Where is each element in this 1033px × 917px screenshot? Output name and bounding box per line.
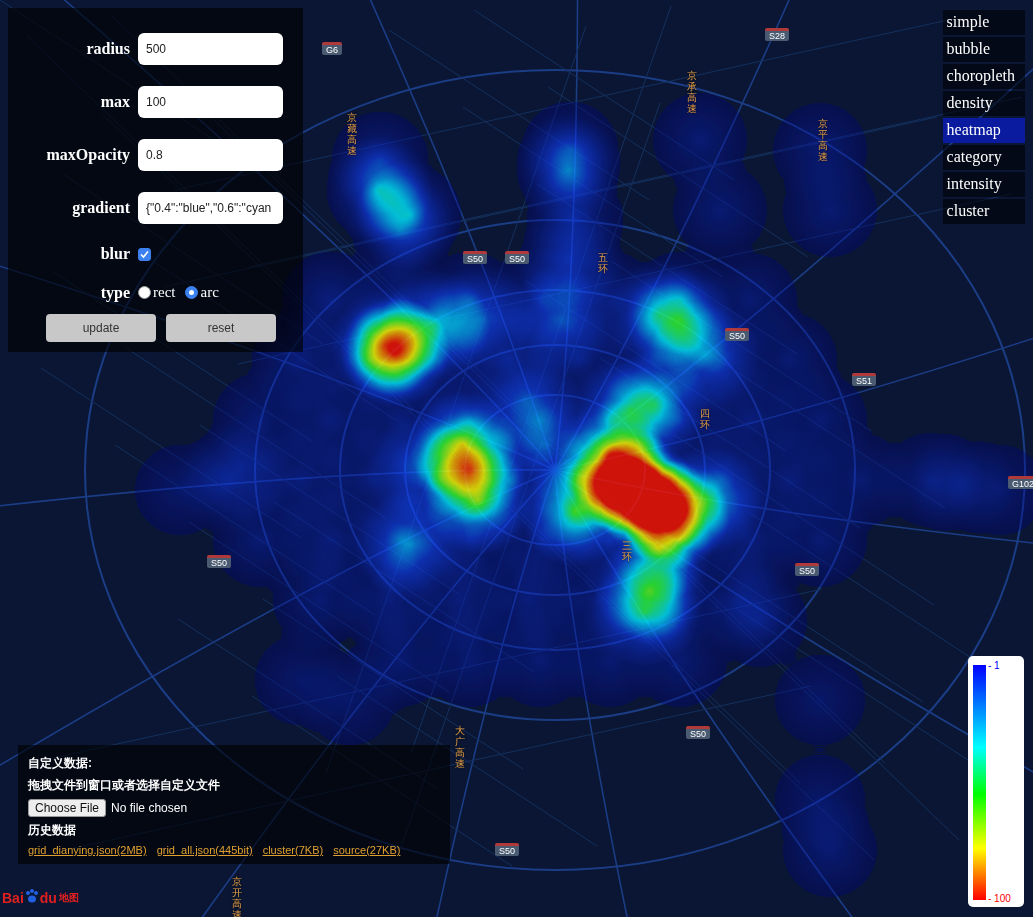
control-panel: radius max maxOpacity gradient blur type rect a…: [8, 8, 303, 352]
field-row: max: [8, 75, 303, 128]
baidu-logo[interactable]: Baidu地图: [2, 888, 79, 907]
legend-bar: [973, 665, 986, 900]
road-label: 京承高速: [687, 70, 697, 114]
menu-item[interactable]: cluster: [943, 199, 1025, 224]
road-shield: S50: [505, 251, 529, 264]
legend: - 1 - 100: [968, 656, 1024, 907]
road-label: 京藏高速: [347, 112, 357, 156]
radio-dot[interactable]: [185, 286, 198, 299]
history-link[interactable]: cluster(7KB): [263, 844, 324, 856]
road-label: 三环: [622, 540, 632, 562]
road-shield: S50: [686, 726, 710, 739]
history-link[interactable]: grid_all.json(445bit): [157, 844, 253, 856]
road-label: 大广高速: [455, 725, 465, 769]
field-label: radius: [8, 40, 130, 58]
history-link[interactable]: source(27KB): [333, 844, 400, 856]
menu-item[interactable]: category: [943, 145, 1025, 170]
road-label: 京开高速: [232, 876, 242, 917]
type-label: type: [8, 284, 130, 302]
field-row: gradient: [8, 181, 303, 234]
file-row: Choose File No file chosen: [28, 799, 440, 817]
legend-label: - 1: [988, 660, 1011, 671]
road-shield: S28: [765, 28, 789, 41]
radius-input[interactable]: [138, 33, 283, 65]
road-shield: S51: [852, 373, 876, 386]
legend-labels: - 1 - 100: [988, 660, 1011, 904]
logo-text: Bai: [2, 890, 24, 906]
layer-menu: simplebubblechoroplethdensityheatmapcate…: [943, 10, 1025, 224]
road-label: 京平高速: [818, 118, 828, 162]
road-shield: S50: [463, 251, 487, 264]
radio-label: rect: [153, 284, 175, 301]
field-label: max: [8, 93, 130, 111]
type-radio[interactable]: arc: [185, 284, 218, 301]
history-link[interactable]: grid_dianying.json(2MB): [28, 844, 147, 856]
road-label: 五环: [598, 252, 608, 274]
menu-item[interactable]: heatmap: [943, 118, 1025, 143]
menu-item[interactable]: bubble: [943, 37, 1025, 62]
map[interactable]: G6 S28 S50 S50 S50 S51 G102 S50 S50 S50 S50 京藏高速 京承高…: [0, 0, 1033, 917]
blur-wrap: [138, 245, 283, 263]
history-links: grid_dianying.json(2MB) grid_all.json(445…: [28, 844, 440, 856]
radio-label: arc: [200, 284, 218, 301]
data-panel: 自定义数据: 拖拽文件到窗口或者选择自定义文件 Choose File No file…: [18, 745, 450, 864]
field-row: radius: [8, 22, 303, 75]
logo-text: du: [40, 890, 57, 906]
road-shield: S50: [795, 563, 819, 576]
check-icon: [140, 250, 149, 259]
logo-text: 地图: [59, 891, 79, 905]
radio-dot[interactable]: [138, 286, 151, 299]
maxOpacity-input[interactable]: [138, 139, 283, 171]
road-shield: G6: [322, 42, 342, 55]
blur-checkbox[interactable]: [138, 248, 151, 261]
road-shield: S50: [725, 328, 749, 341]
road-shield: S50: [207, 555, 231, 568]
menu-item[interactable]: choropleth: [943, 64, 1025, 89]
field-label: gradient: [8, 199, 130, 217]
road-shield: S50: [495, 843, 519, 856]
data-hint: 拖拽文件到窗口或者选择自定义文件: [28, 777, 440, 794]
menu-item[interactable]: simple: [943, 10, 1025, 35]
field-row: maxOpacity: [8, 128, 303, 181]
road-label: 四环: [700, 408, 710, 430]
road-shield: G102: [1008, 476, 1033, 489]
file-status: No file chosen: [111, 801, 187, 815]
button-row: update reset: [8, 314, 303, 342]
reset-button[interactable]: reset: [166, 314, 276, 342]
menu-item[interactable]: density: [943, 91, 1025, 116]
max-input[interactable]: [138, 86, 283, 118]
data-title: 自定义数据:: [28, 755, 440, 772]
gradient-input[interactable]: [138, 192, 283, 224]
type-radios: rect arc: [138, 284, 283, 301]
blur-row: blur: [8, 234, 303, 273]
paw-icon: [24, 888, 40, 907]
blur-label: blur: [8, 245, 130, 263]
field-label: maxOpacity: [8, 146, 130, 164]
menu-item[interactable]: intensity: [943, 172, 1025, 197]
history-title: 历史数据: [28, 822, 440, 839]
legend-label: - 100: [988, 893, 1011, 904]
type-row: type rect arc: [8, 273, 303, 312]
update-button[interactable]: update: [46, 314, 156, 342]
choose-file-button[interactable]: Choose File: [28, 799, 106, 817]
type-radio[interactable]: rect: [138, 284, 175, 301]
